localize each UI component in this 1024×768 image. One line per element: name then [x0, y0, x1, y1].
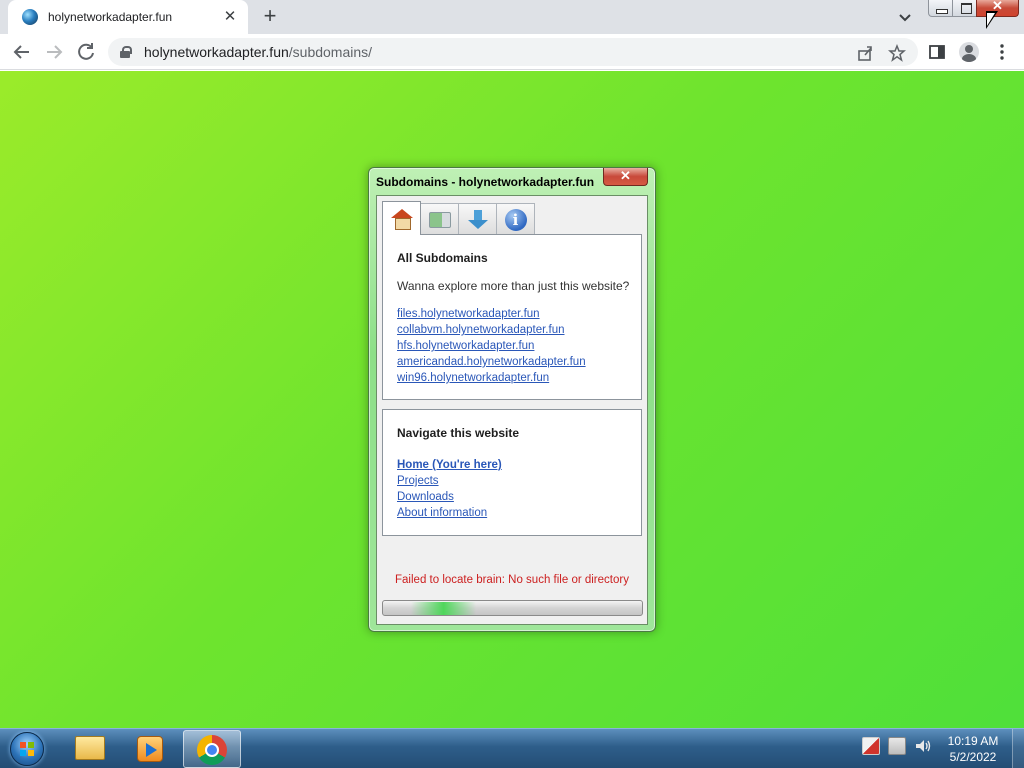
- network-icon[interactable]: [888, 737, 906, 755]
- progress-fill: [411, 602, 476, 615]
- link-home[interactable]: Home (You're here): [397, 459, 502, 471]
- all-subdomains-panel: All Subdomains Wanna explore more than j…: [382, 234, 642, 400]
- tab-search-chevron-icon[interactable]: [895, 7, 915, 27]
- all-subdomains-heading: All Subdomains: [397, 251, 488, 265]
- taskbar-chrome-button[interactable]: [183, 730, 241, 768]
- globe-favicon-icon: [22, 9, 38, 25]
- dialog-tabs: i: [382, 201, 535, 235]
- download-icon: [467, 209, 488, 230]
- window-restore-button[interactable]: [952, 0, 977, 17]
- action-center-flag-icon[interactable]: [862, 737, 880, 755]
- bookmark-star-icon[interactable]: [888, 44, 906, 62]
- video-icon: [428, 211, 451, 228]
- tab-title: holynetworkadapter.fun: [48, 10, 173, 24]
- clock[interactable]: 10:19 AM 5/2/2022: [940, 733, 1006, 765]
- url-host: holynetworkadapter.fun: [144, 44, 289, 60]
- mouse-cursor-icon: [986, 11, 998, 29]
- link-americandad[interactable]: americandad.holynetworkadapter.fun: [397, 356, 586, 368]
- windows-logo-icon: [10, 732, 44, 766]
- folder-icon: [75, 736, 105, 760]
- menu-kebab-icon[interactable]: [992, 42, 1012, 62]
- all-subdomains-text: Wanna explore more than just this websit…: [397, 279, 630, 293]
- start-button[interactable]: [4, 730, 50, 768]
- system-tray: [862, 737, 932, 755]
- navigate-heading: Navigate this website: [397, 426, 520, 440]
- link-files[interactable]: files.holynetworkadapter.fun: [397, 308, 540, 320]
- link-win96[interactable]: win96.holynetworkadapter.fun: [397, 372, 549, 384]
- url-text: holynetworkadapter.fun/subdomains/: [144, 44, 372, 60]
- share-icon[interactable]: [856, 44, 874, 62]
- lock-icon[interactable]: [120, 46, 132, 58]
- dialog-body: i All Subdomains Wanna explore more than…: [376, 195, 648, 625]
- link-collabvm[interactable]: collabvm.holynetworkadapter.fun: [397, 324, 565, 336]
- new-tab-button[interactable]: +: [258, 5, 282, 29]
- navigate-links: Home (You're here) Projects Downloads Ab…: [397, 457, 502, 521]
- clock-date: 5/2/2022: [949, 750, 997, 764]
- error-message: Failed to locate brain: No such file or …: [395, 574, 629, 586]
- taskbar-explorer-button[interactable]: [61, 730, 119, 768]
- volume-icon[interactable]: [914, 737, 932, 755]
- address-bar[interactable]: holynetworkadapter.fun/subdomains/: [108, 38, 918, 66]
- taskbar-media-player-button[interactable]: [121, 730, 179, 768]
- tab-home[interactable]: [382, 201, 421, 235]
- tab-downloads[interactable]: [458, 203, 497, 235]
- tab-strip: holynetworkadapter.fun ✕ + ✕: [0, 0, 1024, 34]
- window-minimize-button[interactable]: [928, 0, 953, 17]
- tab-about[interactable]: i: [496, 203, 535, 235]
- clock-time: 10:19 AM: [947, 734, 999, 748]
- media-player-icon: [137, 736, 163, 762]
- dialog-close-button[interactable]: ✕: [603, 168, 648, 186]
- link-about[interactable]: About information: [397, 507, 487, 519]
- navigate-panel: Navigate this website Home (You're here)…: [382, 409, 642, 536]
- info-icon: i: [504, 208, 527, 231]
- reload-icon[interactable]: [74, 40, 98, 64]
- taskbar: 10:19 AM 5/2/2022: [0, 728, 1024, 768]
- progress-bar: [382, 600, 643, 616]
- profile-avatar-icon[interactable]: [959, 42, 979, 62]
- browser-tab[interactable]: holynetworkadapter.fun ✕: [8, 0, 248, 34]
- show-desktop-button[interactable]: [1012, 729, 1024, 768]
- forward-arrow-icon[interactable]: [42, 40, 66, 64]
- page-viewport: Subdomains - holynetworkadapter.fun ✕ i …: [0, 71, 1024, 728]
- tab-close-icon[interactable]: ✕: [222, 9, 238, 25]
- url-path: /subdomains/: [288, 44, 373, 60]
- dialog-title: Subdomains - holynetworkadapter.fun: [376, 175, 595, 189]
- link-hfs[interactable]: hfs.holynetworkadapter.fun: [397, 340, 534, 352]
- chrome-icon: [197, 735, 227, 765]
- subdomains-dialog: Subdomains - holynetworkadapter.fun ✕ i …: [368, 167, 656, 632]
- browser-toolbar: holynetworkadapter.fun/subdomains/: [0, 34, 1024, 70]
- link-downloads[interactable]: Downloads: [397, 491, 454, 503]
- back-arrow-icon[interactable]: [10, 40, 34, 64]
- house-icon: [390, 208, 413, 230]
- subdomain-links: files.holynetworkadapter.fun collabvm.ho…: [397, 306, 586, 386]
- side-panel-icon[interactable]: [927, 42, 947, 62]
- link-projects[interactable]: Projects: [397, 475, 439, 487]
- tab-projects[interactable]: [420, 203, 459, 235]
